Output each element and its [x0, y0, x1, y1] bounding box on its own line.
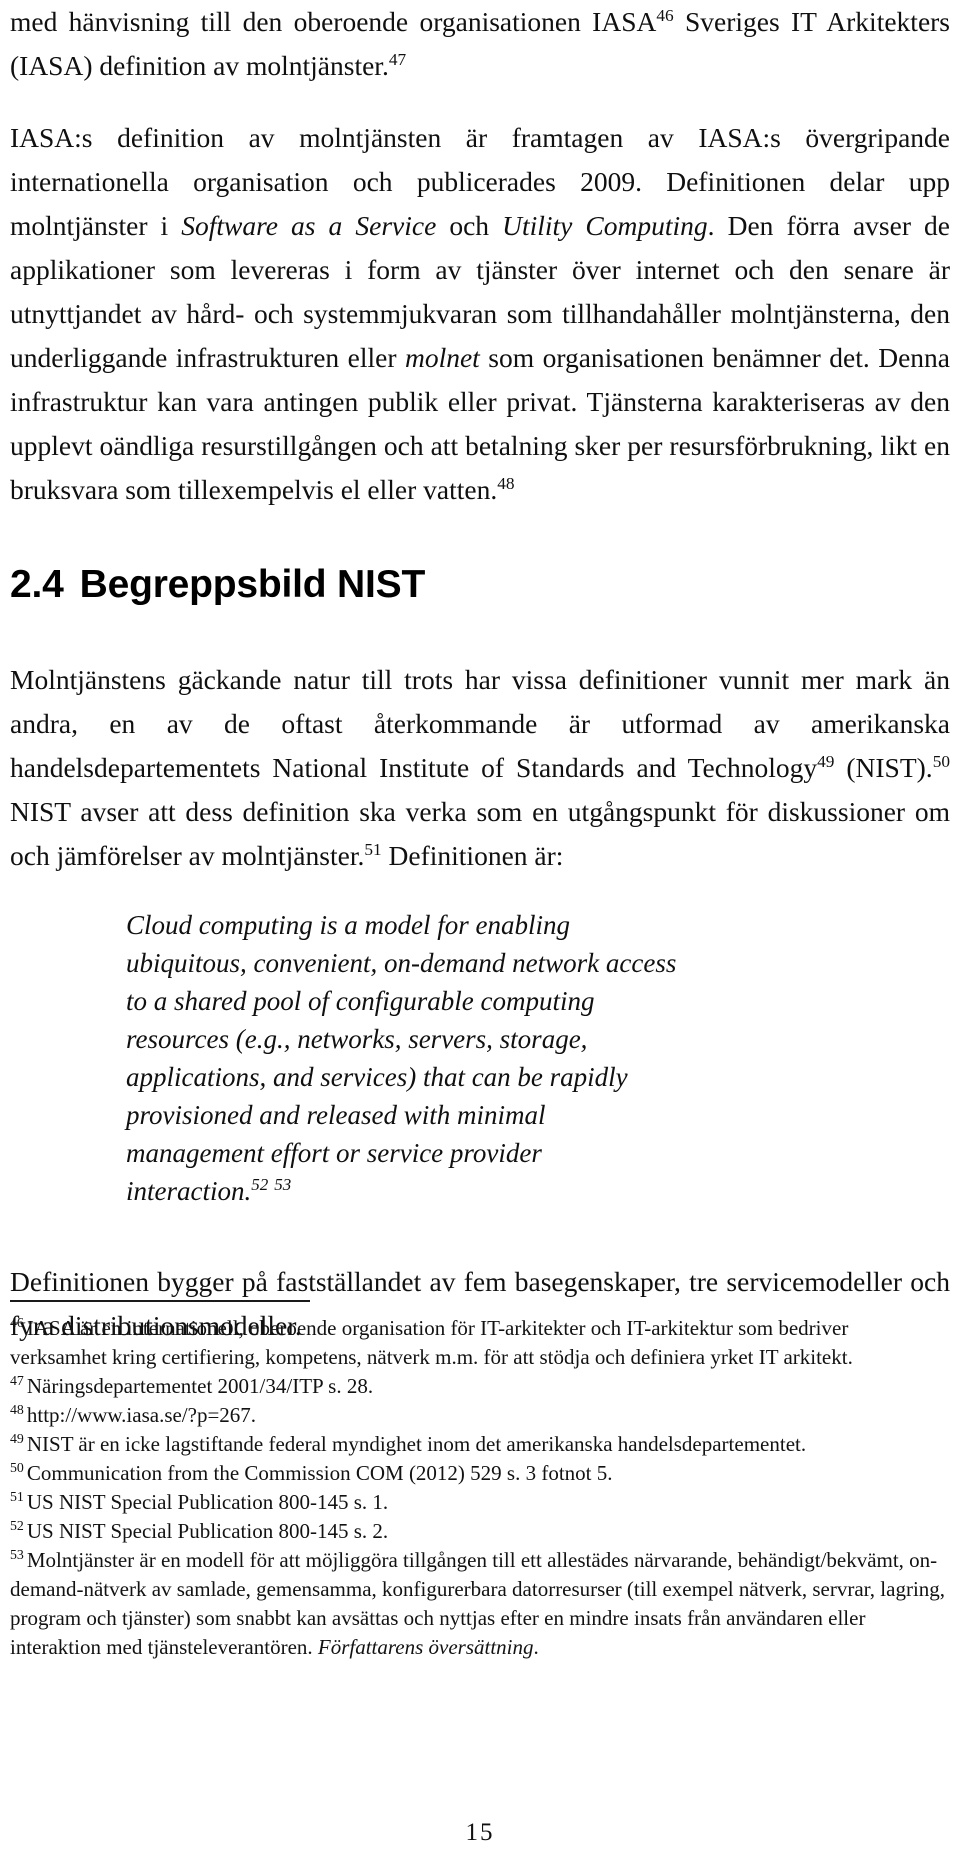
quote-spacer-bottom — [10, 1210, 950, 1260]
footnote-text: US NIST Special Publication 800-145 s. 2… — [26, 1519, 389, 1543]
page-content: med hänvisning till den oberoende organi… — [10, 0, 950, 1348]
quote-line: Cloud computing is a model for enabling — [126, 910, 570, 940]
para3-seg4: Definitionen är: — [381, 840, 564, 871]
paragraph-continuation: med hänvisning till den oberoende organi… — [10, 0, 950, 88]
footnote-mark: 52 — [10, 1518, 24, 1533]
term-utility-computing: Utility Computing — [502, 210, 708, 241]
footnote-text[interactable]: http://www.iasa.se/?p=267. — [27, 1403, 256, 1427]
footnote-separator-rule — [10, 1300, 310, 1302]
term-software-as-a-service: Software as a Service — [181, 210, 437, 241]
quote-line: ubiquitous, convenient, on-demand networ… — [126, 948, 677, 978]
page-number: 15 — [465, 1819, 495, 1846]
footnote-mark: 51 — [10, 1489, 24, 1504]
footnote-ref-53[interactable]: 53 — [274, 1175, 291, 1194]
quote-line: applications, and services) that can be … — [126, 1062, 628, 1092]
section-number: 2.4 — [10, 563, 64, 606]
term-molnet: molnet — [404, 342, 480, 373]
footnote-mark: 46 — [10, 1315, 24, 1330]
footnote-ref-51[interactable]: 51 — [364, 840, 381, 859]
para1-text-a: med hänvisning till den oberoende organi… — [10, 6, 657, 37]
footnote-text: IASA är en internationell, oberoende org… — [10, 1316, 853, 1369]
footnote-text: Näringsdepartementet 2001/34/ITP s. 28. — [26, 1374, 374, 1398]
page-title: 2.4 Begreppsbild NIST — [10, 562, 950, 608]
heading-spacer-bottom — [10, 608, 950, 658]
blockquote-nist-definition: Cloud computing is a model for enabling … — [10, 906, 950, 1210]
footnote-text: NIST är en icke lagstiftande federal myn… — [26, 1432, 807, 1456]
footnote-47: 47 Näringsdepartementet 2001/34/ITP s. 28… — [10, 1372, 950, 1401]
footnote-51: 51 US NIST Special Publication 800-145 s.… — [10, 1488, 950, 1517]
footnote-50: 50 Communication from the Commission COM … — [10, 1459, 950, 1488]
paragraph-nist-intro: Molntjänstens gäckande natur till trots … — [10, 658, 950, 878]
footnote-translation-note: Författarens översättning — [317, 1635, 534, 1659]
footnote-ref-50[interactable]: 50 — [933, 752, 950, 771]
footnote-ref-47[interactable]: 47 — [389, 50, 406, 69]
footnote-mark: 49 — [10, 1431, 24, 1446]
footnote-mark: 53 — [10, 1547, 24, 1562]
para3-seg1: Molntjänstens gäckande natur till trots … — [10, 664, 950, 783]
quote-line: provisioned and released with minimal — [126, 1100, 546, 1130]
footnote-ref-46[interactable]: 46 — [656, 6, 673, 25]
heading-spacer-top — [10, 512, 950, 562]
footnote-mark: 48 — [10, 1402, 24, 1417]
footnote-49: 49 NIST är en icke lagstiftande federal m… — [10, 1430, 950, 1459]
para2-seg2: och — [436, 210, 503, 241]
footnote-52: 52 US NIST Special Publication 800-145 s.… — [10, 1517, 950, 1546]
footnote-mark: 50 — [10, 1460, 24, 1475]
quote-line: to a shared pool of configurable computi… — [126, 986, 595, 1016]
quote-line: resources (e.g., networks, servers, stor… — [126, 1024, 588, 1054]
section-title: Begreppsbild NIST — [79, 563, 426, 606]
footnote-46: 46 IASA är en internationell, oberoende o… — [10, 1314, 950, 1372]
footnote-text-tail: . — [533, 1635, 539, 1659]
document-page: med hänvisning till den oberoende organi… — [0, 0, 960, 1860]
quote-line: management effort or service provider — [126, 1138, 542, 1168]
footnote-text: US NIST Special Publication 800-145 s. 1… — [26, 1490, 389, 1514]
footnote-mark: 47 — [10, 1373, 24, 1388]
footnote-48: 48 http://www.iasa.se/?p=267. — [10, 1401, 950, 1430]
quote-line-last: interaction.52 53 — [126, 1172, 950, 1210]
footnote-53: 53 Molntjänster är en modell för att möjl… — [10, 1546, 950, 1662]
footnote-ref-52[interactable]: 52 — [251, 1175, 268, 1194]
footnote-ref-49[interactable]: 49 — [817, 752, 834, 771]
paragraph-iasa-definition: IASA:s definition av molntjänsten är fra… — [10, 116, 950, 512]
para3-seg2: (NIST). — [834, 752, 933, 783]
footnote-ref-48[interactable]: 48 — [497, 474, 514, 493]
footnote-text: Communication from the Commission COM (2… — [26, 1461, 613, 1485]
quote-line-last-text: interaction. — [126, 1176, 252, 1206]
footnote-area: 46 IASA är en internationell, oberoende o… — [10, 1300, 950, 1662]
quote-spacer-top — [10, 878, 950, 906]
